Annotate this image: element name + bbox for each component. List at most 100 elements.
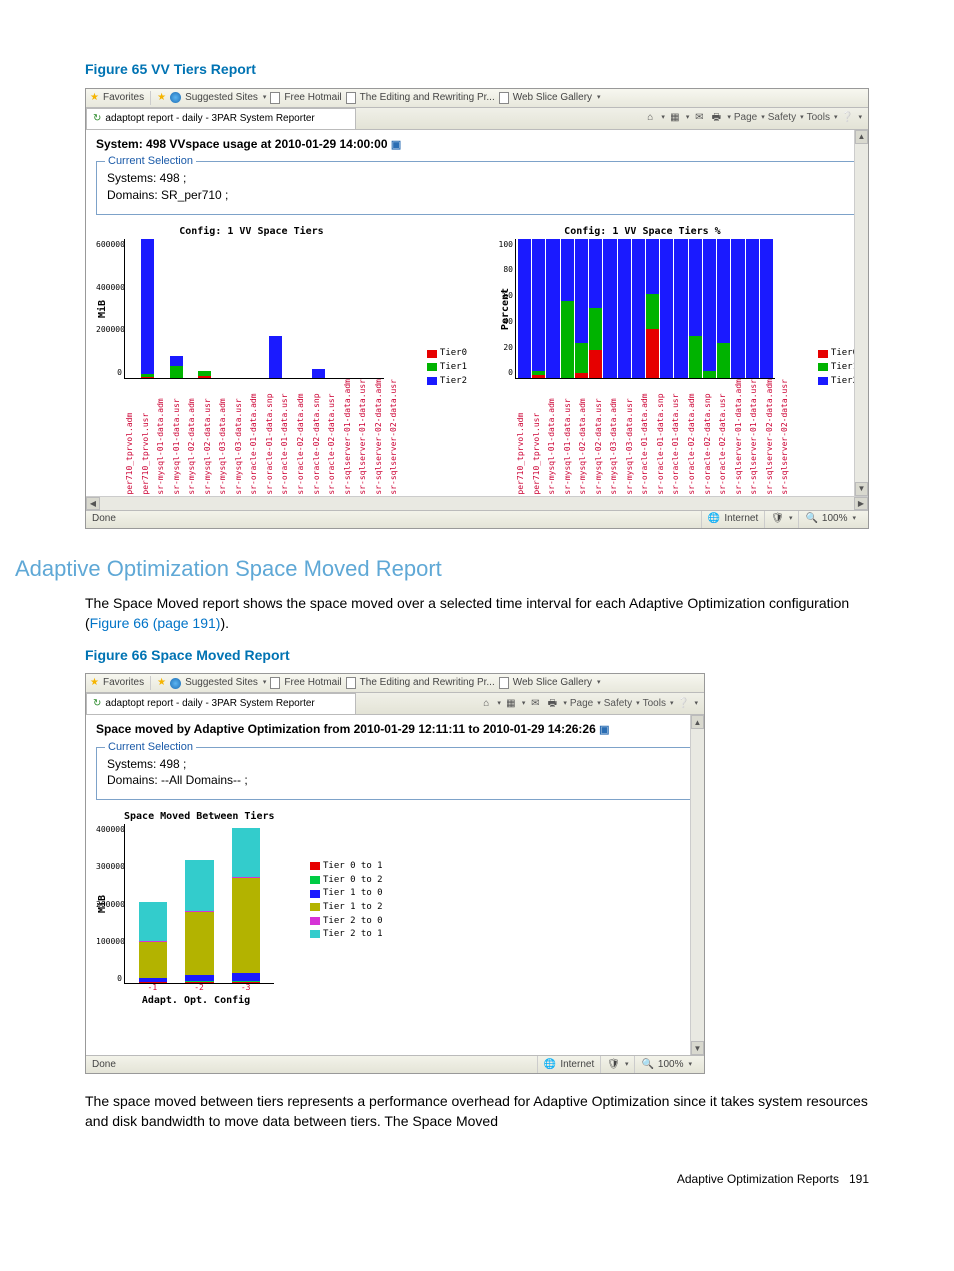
favorites-star-icon[interactable]: ★ — [90, 676, 99, 690]
fav-item-2[interactable]: The Editing and Rewriting Pr... — [360, 91, 495, 105]
status-zoom[interactable]: 🔍100% ▾ — [798, 511, 862, 528]
page-icon — [346, 92, 356, 104]
details-icon[interactable]: ▣ — [599, 724, 609, 736]
current-selection-box: Current Selection Systems: 498 ; Domains… — [96, 747, 694, 801]
bar — [298, 239, 311, 378]
cmd-page[interactable]: Page — [570, 697, 593, 711]
bar — [603, 239, 616, 378]
fav-item-3[interactable]: Web Slice Gallery — [513, 676, 592, 690]
bar — [185, 824, 213, 983]
status-bar: Done 🌐Internet 🛡 ▾ 🔍100% ▾ — [86, 1055, 704, 1073]
swatch-20 — [310, 917, 320, 925]
chart-pct-title: Config: 1 VV Space Tiers % — [487, 225, 798, 239]
y-axis-label: MiB — [96, 300, 110, 318]
status-zone: 🌐Internet — [537, 1056, 600, 1073]
vertical-scrollbar[interactable]: ▲ ▼ — [854, 130, 868, 496]
print-icon[interactable]: 🖶 — [709, 111, 723, 125]
figure-66-caption: Figure 66 Space Moved Report — [85, 646, 869, 666]
bar — [646, 239, 659, 378]
bar — [546, 239, 559, 378]
swatch-tier0 — [427, 350, 437, 358]
section-heading: Adaptive Optimization Space Moved Report — [15, 554, 869, 585]
bar — [532, 239, 545, 378]
scroll-down-icon[interactable]: ▼ — [855, 482, 868, 496]
tab-title: adaptopt report - daily - 3PAR System Re… — [105, 112, 314, 126]
feeds-icon[interactable]: ▦ — [668, 111, 682, 125]
chart-moved-plot — [124, 824, 274, 984]
protected-mode-icon[interactable]: 🛡 ▾ — [600, 1056, 634, 1073]
x-labels: per710_tprvol.admper710_tprvol.usrsr-mys… — [124, 379, 407, 495]
chart-abs-title: Config: 1 VV Space Tiers — [96, 225, 407, 239]
fav-item-1[interactable]: Free Hotmail — [284, 91, 341, 105]
figure-65-caption: Figure 65 VV Tiers Report — [85, 60, 869, 80]
cmd-safety[interactable]: Safety — [604, 697, 632, 711]
fav-item-2[interactable]: The Editing and Rewriting Pr... — [360, 676, 495, 690]
bar — [184, 239, 197, 378]
swatch-tier2 — [818, 377, 828, 385]
browser-tab[interactable]: ↻ adaptopt report - daily - 3PAR System … — [86, 693, 356, 714]
bar — [632, 239, 645, 378]
cmd-safety[interactable]: Safety — [768, 111, 796, 125]
y-axis-label: MiB — [96, 895, 110, 913]
protected-mode-icon[interactable]: 🛡 ▾ — [764, 511, 798, 528]
browser-tab[interactable]: ↻ adaptopt report - daily - 3PAR System … — [86, 108, 356, 129]
home-icon[interactable]: ⌂ — [479, 697, 493, 711]
feeds-icon[interactable]: ▦ — [504, 697, 518, 711]
home-icon[interactable]: ⌂ — [643, 111, 657, 125]
scroll-down-icon[interactable]: ▼ — [691, 1041, 704, 1055]
y-axis-label: Percent — [499, 288, 513, 330]
swatch-01 — [310, 862, 320, 870]
details-icon[interactable]: ▣ — [391, 139, 401, 151]
bar — [518, 239, 531, 378]
ie-icon — [170, 92, 181, 103]
favorites-label[interactable]: Favorites — [103, 91, 144, 105]
swatch-10 — [310, 890, 320, 898]
mail-icon[interactable]: ✉ — [528, 697, 542, 711]
favorites-star-icon[interactable]: ★ — [90, 91, 99, 105]
chart-moved-title: Space Moved Between Tiers — [124, 810, 296, 824]
bar — [312, 239, 325, 378]
help-icon[interactable]: ❔ — [840, 111, 854, 125]
fav-item-1[interactable]: Free Hotmail — [284, 676, 341, 690]
fav-item-3[interactable]: Web Slice Gallery — [513, 91, 592, 105]
figure-66: Figure 66 Space Moved Report ★ Favorites… — [85, 646, 869, 1075]
page-footer: Adaptive Optimization Reports 191 — [85, 1171, 869, 1188]
mail-icon[interactable]: ✉ — [692, 111, 706, 125]
status-done: Done — [92, 512, 116, 526]
figure-66-link[interactable]: Figure 66 (page 191) — [90, 615, 221, 631]
cmd-page[interactable]: Page — [734, 111, 757, 125]
bar — [660, 239, 673, 378]
section-body: The Space Moved report shows the space m… — [85, 594, 869, 633]
current-selection-box: Current Selection Systems: 498 ; Domains… — [96, 161, 858, 215]
scroll-left-icon[interactable]: ◀ — [86, 497, 100, 510]
print-icon[interactable]: 🖶 — [545, 697, 559, 711]
scroll-up-icon[interactable]: ▲ — [855, 130, 868, 144]
swatch-02 — [310, 876, 320, 884]
x-labels: per710_tprvol.admper710_tprvol.usrsr-mys… — [515, 379, 798, 495]
report-content: Space moved by Adaptive Optimization fro… — [86, 715, 704, 1055]
scroll-right-icon[interactable]: ▶ — [854, 497, 868, 510]
bar — [198, 239, 211, 378]
status-done: Done — [92, 1058, 116, 1072]
add-favorite-icon[interactable]: ★ — [157, 91, 166, 105]
add-favorite-icon[interactable]: ★ — [157, 676, 166, 690]
favorites-bar: ★ Favorites ★ Suggested Sites▾ Free Hotm… — [86, 89, 868, 108]
scroll-up-icon[interactable]: ▲ — [691, 715, 704, 729]
charts-row: Config: 1 VV Space Tiers 600000 400000 2… — [96, 225, 858, 510]
fav-item-0[interactable]: Suggested Sites — [185, 676, 258, 690]
chart-abs: Config: 1 VV Space Tiers 600000 400000 2… — [96, 225, 407, 510]
refresh-icon: ↻ — [93, 697, 101, 711]
favorites-label[interactable]: Favorites — [103, 676, 144, 690]
cmd-tools[interactable]: Tools — [807, 111, 830, 125]
cmd-tools[interactable]: Tools — [643, 697, 666, 711]
refresh-icon: ↻ — [93, 112, 101, 126]
bar — [269, 239, 282, 378]
vertical-scrollbar[interactable]: ▲ ▼ — [690, 715, 704, 1055]
status-zoom[interactable]: 🔍100% ▾ — [634, 1056, 698, 1073]
help-icon[interactable]: ❔ — [676, 697, 690, 711]
bar — [760, 239, 773, 378]
horizontal-scrollbar[interactable]: ◀ ▶ — [86, 496, 868, 510]
browser-window-66: ★ Favorites ★ Suggested Sites▾ Free Hotm… — [85, 673, 705, 1074]
bar — [283, 239, 296, 378]
fav-item-0[interactable]: Suggested Sites — [185, 91, 258, 105]
